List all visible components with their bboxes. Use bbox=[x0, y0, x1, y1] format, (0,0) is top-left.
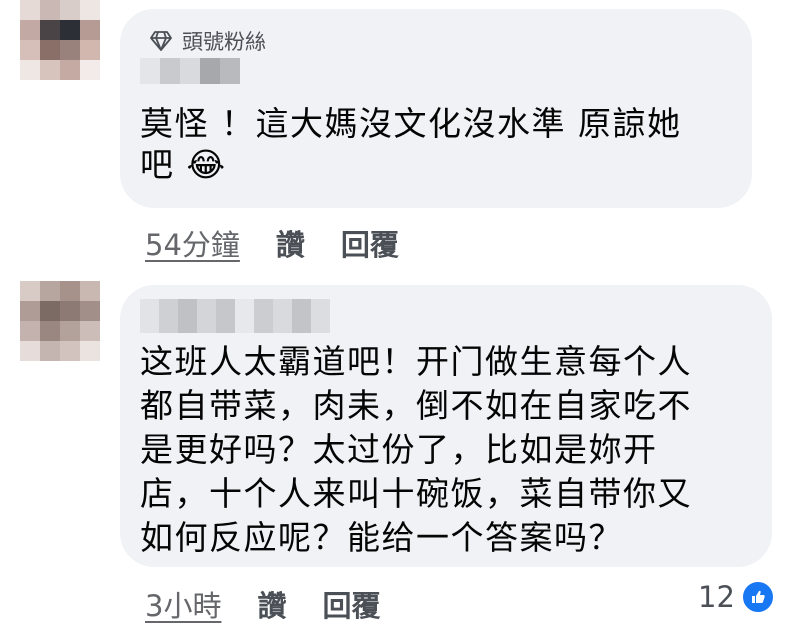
thumbs-up-icon bbox=[740, 580, 775, 614]
comment-line: 这班人太霸道吧！开门做生意每个人 bbox=[140, 342, 692, 381]
like-button[interactable]: 讚 bbox=[257, 583, 286, 625]
commenter-name[interactable] bbox=[140, 299, 330, 333]
reaction-summary[interactable]: 12 bbox=[698, 580, 775, 614]
diamond-icon bbox=[150, 31, 172, 51]
commenter-name[interactable] bbox=[140, 58, 240, 84]
comment-actions: 54分鐘 讚 回覆 bbox=[145, 222, 399, 264]
laughing-emoji: 😂 bbox=[186, 145, 227, 184]
top-fan-badge: 頭號粉絲 bbox=[150, 26, 266, 56]
comment-line: 都自带菜，肉耒，倒不如在自家吃不 bbox=[140, 386, 692, 425]
reaction-count: 12 bbox=[698, 580, 735, 614]
comment-line: 莫怪 ！這大媽沒文化沒水準 原諒她 bbox=[140, 104, 682, 143]
comment-text: 这班人太霸道吧！开门做生意每个人 都自带菜，肉耒，倒不如在自家吃不 是更好吗？太… bbox=[140, 340, 760, 560]
comment-line: 是更好吗？太过份了，比如是妳开 bbox=[140, 430, 658, 469]
timestamp-link[interactable]: 3小時 bbox=[145, 583, 221, 625]
avatar[interactable] bbox=[20, 281, 100, 361]
reply-button[interactable]: 回覆 bbox=[341, 222, 399, 264]
like-button[interactable]: 讚 bbox=[276, 222, 305, 264]
comment-actions: 3小時 讚 回覆 bbox=[145, 583, 380, 625]
reply-button[interactable]: 回覆 bbox=[322, 583, 380, 625]
comment-line: 吧 😂 bbox=[140, 145, 227, 184]
timestamp-link[interactable]: 54分鐘 bbox=[145, 222, 240, 264]
comment-line: 店，十个人来叫十碗饭，菜自带你又 bbox=[140, 474, 692, 513]
avatar[interactable] bbox=[20, 0, 100, 80]
badge-label: 頭號粉絲 bbox=[182, 30, 266, 54]
comment-line: 如何反应呢？能给一个答案吗？ bbox=[140, 518, 623, 557]
comment-text: 莫怪 ！這大媽沒文化沒水準 原諒她 吧 😂 bbox=[140, 103, 740, 185]
